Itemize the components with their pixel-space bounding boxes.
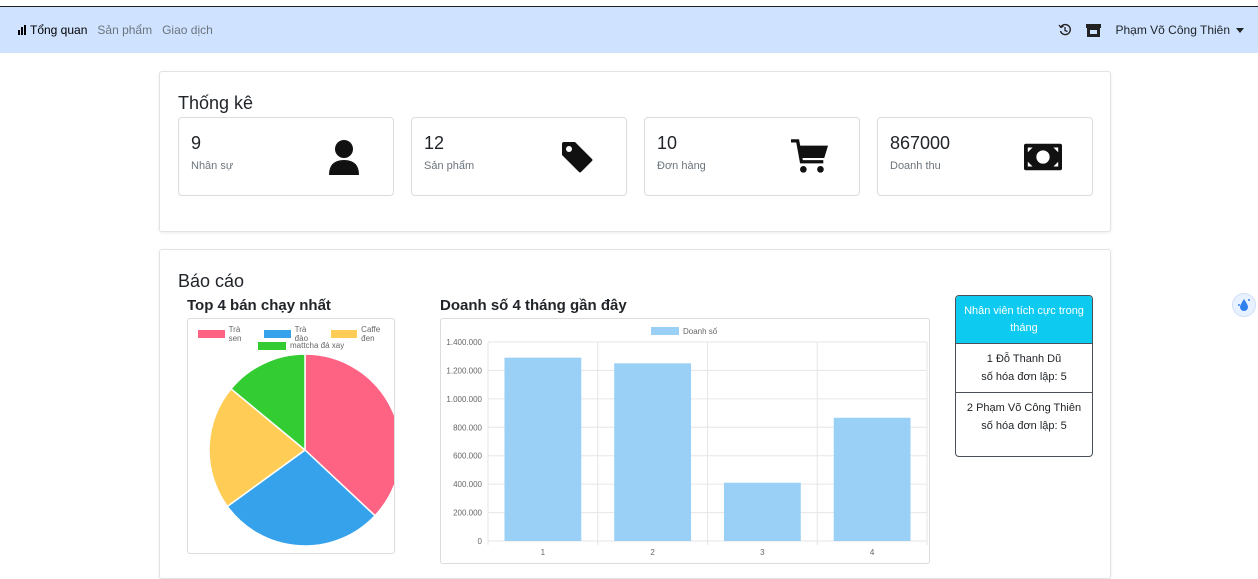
money-icon xyxy=(1024,138,1062,176)
report-title: Báo cáo xyxy=(178,271,245,291)
window-top-edge xyxy=(0,0,1258,7)
chevron-down-icon xyxy=(1236,27,1244,33)
stat-label: Đơn hàng xyxy=(657,160,706,172)
tag-icon xyxy=(558,138,596,176)
stat-card-orders: 10 Đơn hàng xyxy=(644,117,860,196)
y-tick-label: 600.000 xyxy=(453,452,482,461)
stat-value: 9 xyxy=(191,133,202,153)
stats-title: Thống kê xyxy=(178,93,254,113)
user-menu-dropdown[interactable]: Phạm Võ Công Thiên xyxy=(1115,23,1244,37)
legend-swatch xyxy=(258,341,286,350)
nav-overview-label: Tổng quan xyxy=(30,23,88,37)
bar xyxy=(723,482,801,541)
history-icon[interactable] xyxy=(1058,23,1072,37)
user-icon xyxy=(325,138,363,176)
y-tick-label: 1.000.000 xyxy=(446,395,482,404)
nav-overview-link[interactable]: Tổng quan xyxy=(18,23,87,37)
bar-chart-title: Doanh số 4 tháng gần đây xyxy=(440,297,627,314)
x-tick-label: 3 xyxy=(760,548,765,557)
legend-swatch xyxy=(198,330,225,338)
pie-chart-svg xyxy=(208,353,394,547)
y-tick-label: 800.000 xyxy=(453,423,482,432)
stat-card-revenue: 867000 Doanh thu xyxy=(877,117,1093,196)
y-tick-label: 1.200.000 xyxy=(446,366,482,375)
legend-label: mattcha đá xay xyxy=(290,341,345,350)
top-navbar: Tổng quan Sản phẩm Giao dịch Phạm Võ Côn… xyxy=(0,7,1258,53)
stats-card: Thống kê 9 Nhân sự 12 Sản phẩm 10 Đơn hà… xyxy=(159,71,1111,232)
stat-card-products: 12 Sản phẩm xyxy=(411,117,627,196)
active-employees-panel: Nhân viên tích cực trong tháng 1 Đỗ Than… xyxy=(955,295,1093,457)
x-tick-label: 2 xyxy=(650,548,655,557)
cart-icon xyxy=(791,138,829,176)
nav-left: Tổng quan Sản phẩm Giao dịch xyxy=(18,23,213,37)
x-tick-label: 1 xyxy=(541,548,546,557)
stat-label: Doanh thu xyxy=(890,160,941,172)
bar-chart: Doanh số 0 200.000 400.000 600.000 800.000 1.0… xyxy=(440,318,930,564)
user-name: Phạm Võ Công Thiên xyxy=(1115,23,1230,37)
stat-value: 867000 xyxy=(890,133,951,153)
legend-swatch xyxy=(330,330,358,338)
bar-chart-svg: Doanh số 0 200.000 400.000 600.000 800.000 1.0… xyxy=(446,327,928,557)
employee-name: 1 Đỗ Thanh Dũ xyxy=(986,353,1062,365)
legend-label: Caffe đen xyxy=(361,325,381,343)
store-icon[interactable] xyxy=(1086,23,1102,37)
droplet-icon xyxy=(1238,299,1250,311)
y-tick-label: 200.000 xyxy=(453,509,482,518)
stat-label: Nhân sự xyxy=(191,160,234,172)
bar xyxy=(504,357,582,541)
y-tick-label: 1.400.000 xyxy=(446,338,482,347)
legend-label: Trà sen xyxy=(228,325,242,343)
employee-invoices: số hóa đơn lập: 5 xyxy=(981,420,1067,432)
floating-assistant-button[interactable] xyxy=(1232,293,1256,317)
employee-name: 2 Phạm Võ Công Thiên xyxy=(966,402,1082,414)
pie-legend-row-2: mattcha đá xay xyxy=(258,341,344,350)
pie-chart-title: Top 4 bán chạy nhất xyxy=(187,297,331,314)
employee-row: 1 Đỗ Thanh Dũ số hóa đơn lập: 5 xyxy=(956,344,1092,393)
employee-invoices: số hóa đơn lập: 5 xyxy=(981,371,1067,383)
legend-label: Doanh số xyxy=(683,327,718,336)
stat-card-staff: 9 Nhân sự xyxy=(178,117,394,196)
bar xyxy=(614,363,692,541)
y-tick-label: 400.000 xyxy=(453,480,482,489)
nav-transactions-link[interactable]: Giao dịch xyxy=(162,23,213,37)
x-tick-label: 4 xyxy=(870,548,875,557)
legend-swatch xyxy=(651,327,679,335)
stat-value: 12 xyxy=(424,133,445,153)
employee-row: 2 Phạm Võ Công Thiên số hóa đơn lập: 5 xyxy=(956,393,1092,441)
pie-chart: Trà sen Trà đào Caffe đen mattcha đá xay xyxy=(187,318,395,554)
bar xyxy=(833,417,911,541)
y-tick-label: 0 xyxy=(478,537,483,546)
nav-products-link[interactable]: Sản phẩm xyxy=(97,23,152,37)
report-card: Báo cáo Top 4 bán chạy nhất Doanh số 4 t… xyxy=(159,249,1111,579)
stat-label: Sản phẩm xyxy=(424,160,475,172)
active-employees-header: Nhân viên tích cực trong tháng xyxy=(956,296,1092,344)
legend-swatch xyxy=(264,330,291,338)
stat-value: 10 xyxy=(657,133,678,153)
bar-chart-icon xyxy=(18,25,26,35)
nav-right: Phạm Võ Công Thiên xyxy=(1058,23,1244,37)
